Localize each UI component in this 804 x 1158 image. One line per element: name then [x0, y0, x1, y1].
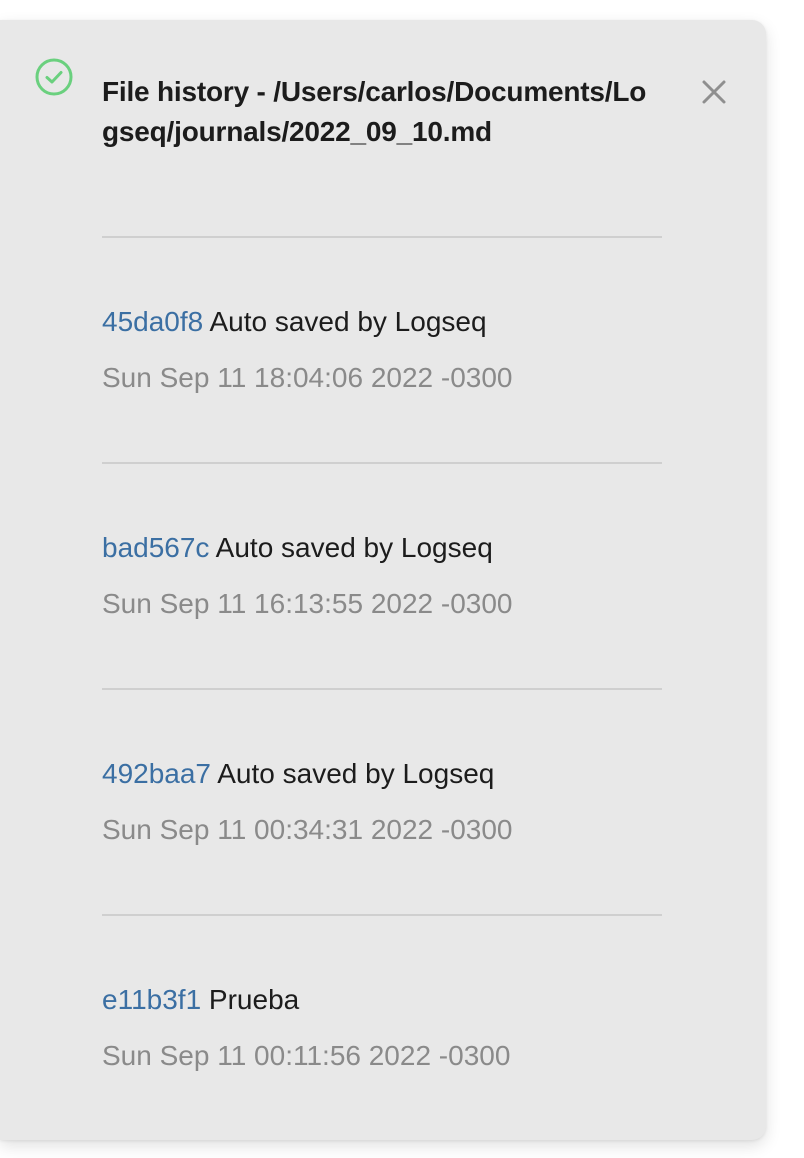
close-icon[interactable] — [697, 75, 731, 109]
commit-hash-link[interactable]: bad567c — [102, 532, 209, 563]
commit-hash-link[interactable]: 492baa7 — [102, 758, 211, 789]
commit-entry: 492baa7 Auto saved by Logseq Sun Sep 11 … — [102, 754, 702, 850]
commit-message: Auto saved by Logseq — [209, 306, 487, 337]
commit-entry: 45da0f8 Auto saved by Logseq Sun Sep 11 … — [102, 302, 702, 398]
commit-message: Auto saved by Logseq — [217, 758, 495, 789]
file-history-dialog: File history - /Users/carlos/Documents/L… — [0, 20, 766, 1140]
commit-line: 45da0f8 Auto saved by Logseq — [102, 302, 702, 342]
commit-date: Sun Sep 11 00:11:56 2022 -0300 — [102, 1040, 511, 1071]
commit-line: 492baa7 Auto saved by Logseq — [102, 754, 702, 794]
commit-entry: bad567c Auto saved by Logseq Sun Sep 11 … — [102, 528, 702, 624]
divider — [102, 462, 662, 464]
commit-entry: e11b3f1 Prueba Sun Sep 11 00:11:56 2022 … — [102, 980, 702, 1076]
commit-hash-link[interactable]: 45da0f8 — [102, 306, 203, 337]
commit-hash-link[interactable]: e11b3f1 — [102, 984, 201, 1015]
commit-date: Sun Sep 11 00:34:31 2022 -0300 — [102, 814, 513, 845]
commit-message: Prueba — [208, 984, 300, 1015]
commit-line: bad567c Auto saved by Logseq — [102, 528, 702, 568]
divider — [102, 914, 662, 916]
dialog-title: File history - /Users/carlos/Documents/L… — [102, 76, 647, 147]
commit-message: Auto saved by Logseq — [215, 532, 493, 563]
commit-line: e11b3f1 Prueba — [102, 980, 702, 1020]
divider — [102, 688, 662, 690]
divider — [102, 236, 662, 238]
commit-date: Sun Sep 11 18:04:06 2022 -0300 — [102, 362, 513, 393]
commit-date: Sun Sep 11 16:13:55 2022 -0300 — [102, 588, 513, 619]
check-circle-icon — [35, 58, 73, 96]
